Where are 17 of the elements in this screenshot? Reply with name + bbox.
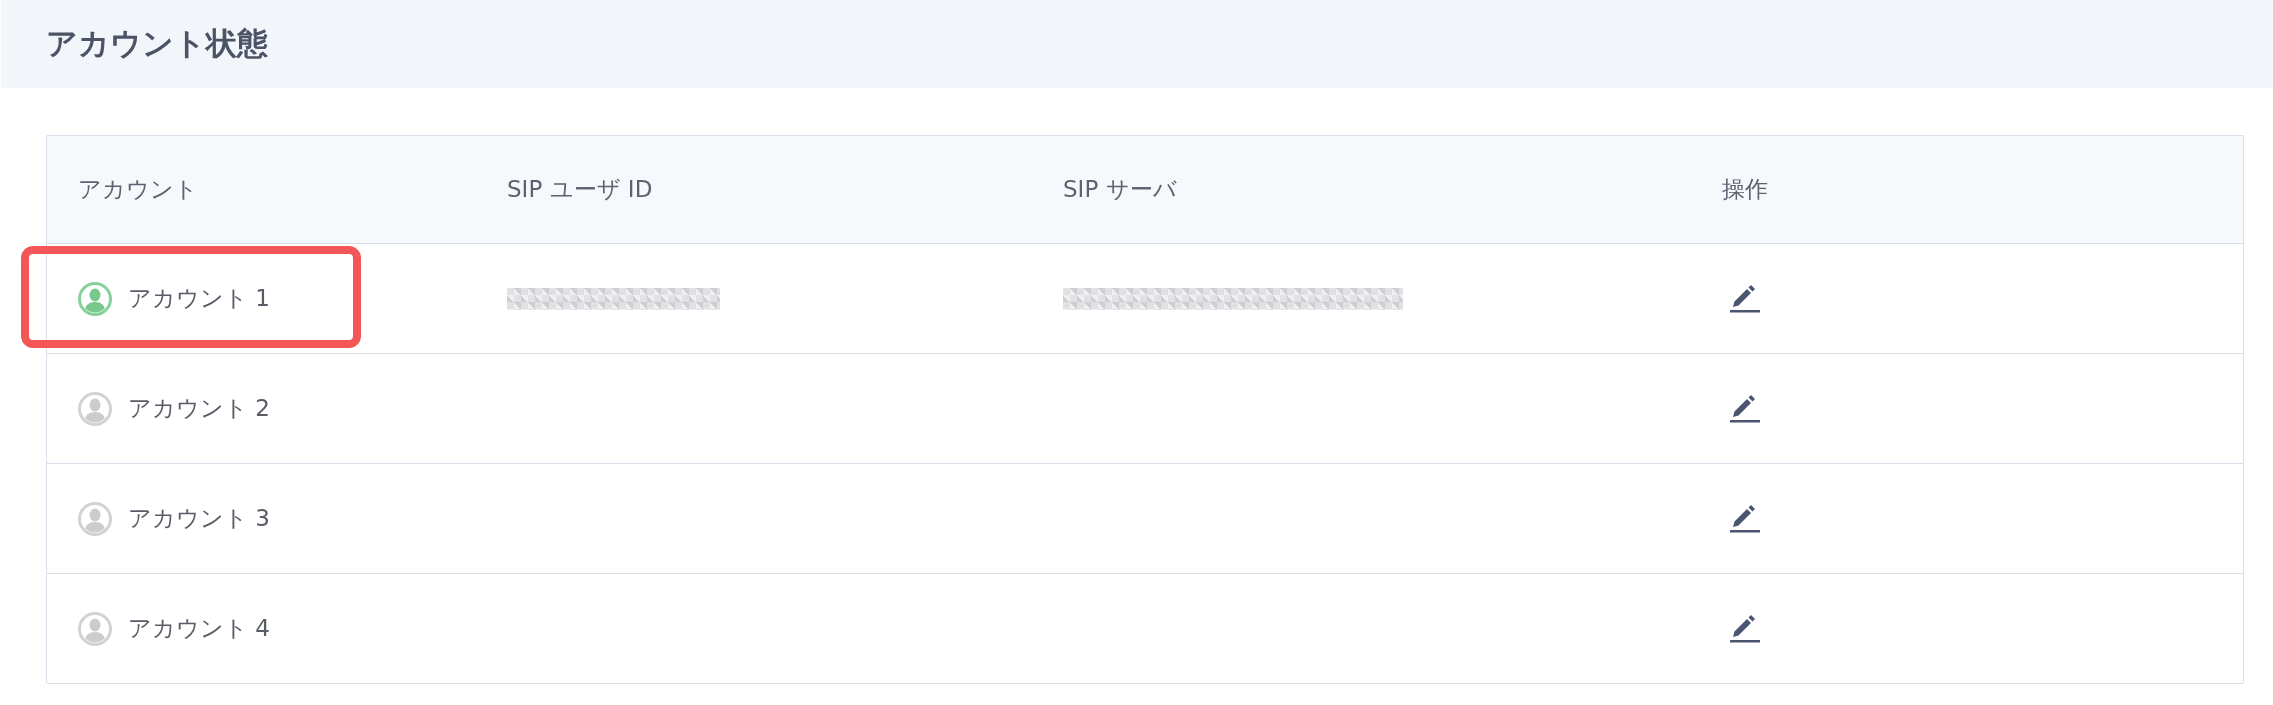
column-header: 操作 <box>1721 175 1769 204</box>
edit-button[interactable] <box>1730 394 1760 423</box>
page-title: アカウント状態 <box>46 24 268 63</box>
edit-button[interactable] <box>1730 614 1760 643</box>
account-name: アカウント 2 <box>128 394 270 423</box>
pencil-icon <box>1730 614 1760 643</box>
column-header: SIP ユーザ ID <box>506 175 654 204</box>
account-name: アカウント 4 <box>128 614 270 643</box>
account-name: アカウント 3 <box>128 504 270 533</box>
pencil-icon <box>1730 284 1760 313</box>
account-name: アカウント 1 <box>128 284 270 313</box>
edit-button[interactable] <box>1730 504 1760 533</box>
edit-button[interactable] <box>1730 284 1760 313</box>
column-header: SIP サーバ <box>1062 175 1178 204</box>
column-header: アカウント <box>77 175 199 204</box>
pencil-icon <box>1730 504 1760 533</box>
pencil-icon <box>1730 394 1760 423</box>
